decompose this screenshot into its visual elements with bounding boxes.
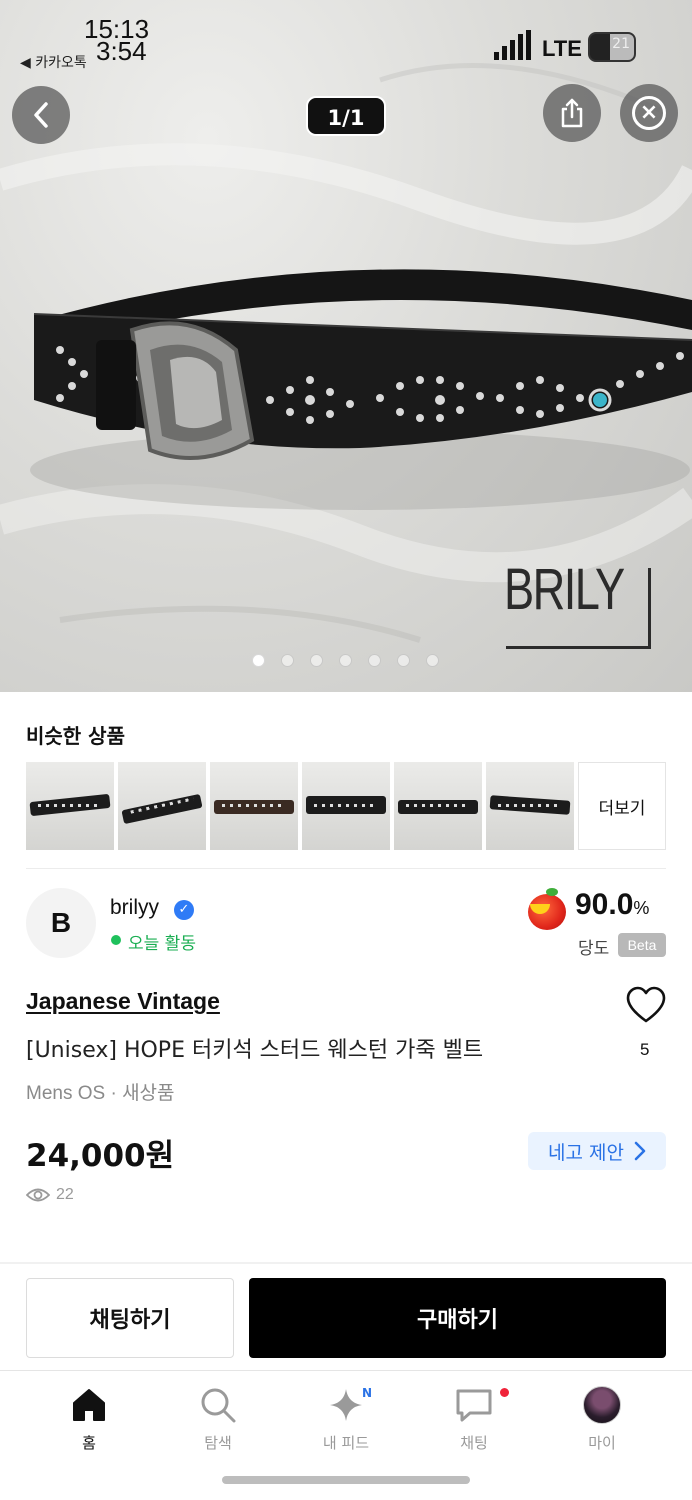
offer-label: 네고 제안 xyxy=(548,1141,624,1164)
tab-label: 내 피드 xyxy=(322,1434,370,1452)
back-to-app-link[interactable]: ◀ 카카오톡 xyxy=(20,52,87,72)
score-unit: % xyxy=(633,898,650,918)
notification-dot xyxy=(500,1388,509,1397)
network-label: LTE xyxy=(542,36,582,61)
similar-product-thumb[interactable] xyxy=(302,762,390,850)
verified-icon: ✓ xyxy=(174,900,194,920)
tab-my[interactable]: 마이 xyxy=(552,1384,652,1453)
chevron-right-icon xyxy=(634,1141,646,1161)
active-status-dot xyxy=(111,935,121,945)
tab-label: 마이 xyxy=(588,1434,616,1452)
product-price: 24,000원 xyxy=(26,1138,175,1174)
score-value: 90.0 xyxy=(575,888,634,921)
brand-link[interactable]: Japanese Vintage xyxy=(26,988,220,1015)
battery-icon: 21 xyxy=(588,32,636,62)
similar-products-title: 비슷한 상품 xyxy=(26,724,125,748)
seller-avatar[interactable]: B xyxy=(26,888,96,958)
score-label: 당도 xyxy=(578,939,610,959)
search-icon xyxy=(201,1388,236,1423)
similar-product-thumb[interactable] xyxy=(118,762,206,850)
share-icon xyxy=(561,98,583,128)
close-button[interactable]: × xyxy=(620,84,678,142)
divider xyxy=(26,868,666,869)
pagination-dot[interactable] xyxy=(426,654,439,667)
gallery-pagination[interactable] xyxy=(252,654,439,667)
sweetness-apple-icon xyxy=(528,888,566,930)
leaf xyxy=(546,888,558,896)
drip xyxy=(530,904,550,914)
tab-explore[interactable]: 탐색 xyxy=(168,1384,268,1453)
tab-feed[interactable]: N 내 피드 xyxy=(296,1384,396,1453)
seller-score: 90.0% xyxy=(575,888,649,922)
product-title: [Unisex] HOPE 터키석 스터드 웨스턴 가죽 벨트 xyxy=(26,1038,484,1063)
seller-activity-status: 오늘 활동 xyxy=(128,934,196,954)
buy-button[interactable]: 구매하기 xyxy=(249,1278,666,1358)
back-button[interactable] xyxy=(12,86,70,144)
studs-pattern xyxy=(38,804,102,807)
studs-pattern xyxy=(406,804,470,807)
home-icon xyxy=(73,1389,105,1421)
tab-label: 채팅 xyxy=(460,1434,488,1452)
status-time-overlay: 3:54 xyxy=(96,36,147,66)
product-image[interactable]: 15:13 3:54 ◀ 카카오톡 LTE 21 1/1 × BRILY xyxy=(0,0,692,692)
pagination-dot[interactable] xyxy=(339,654,352,667)
tab-label: 탐색 xyxy=(204,1434,232,1452)
tab-chat[interactable]: 채팅 xyxy=(424,1384,524,1453)
pagination-dot[interactable] xyxy=(397,654,410,667)
seller-name[interactable]: brilyy xyxy=(110,896,159,920)
belt-image xyxy=(398,800,478,814)
like-count: 5 xyxy=(640,1040,650,1059)
image-counter: 1/1 xyxy=(306,96,386,136)
divider xyxy=(0,1370,692,1371)
similar-product-thumb[interactable] xyxy=(486,762,574,850)
negotiate-offer-button[interactable]: 네고 제안 xyxy=(528,1132,666,1170)
chevron-left-icon xyxy=(34,102,48,128)
similar-product-thumb[interactable] xyxy=(26,762,114,850)
pagination-dot[interactable] xyxy=(281,654,294,667)
studs-pattern xyxy=(222,804,286,807)
product-meta: Mens OS · 새상품 xyxy=(26,1083,175,1104)
profile-avatar xyxy=(583,1386,621,1424)
similar-products-list: 더보기 xyxy=(26,762,666,850)
tab-label: 홈 xyxy=(82,1434,96,1452)
beta-badge: Beta xyxy=(618,933,666,957)
eye-icon xyxy=(26,1188,50,1202)
chat-bubble-icon xyxy=(456,1389,492,1422)
studs-pattern xyxy=(314,804,378,807)
studs-pattern xyxy=(498,804,562,807)
watermark-line xyxy=(506,646,651,649)
share-button[interactable] xyxy=(543,84,601,142)
status-bar: 15:13 3:54 ◀ 카카오톡 LTE 21 xyxy=(0,0,692,80)
chat-button[interactable]: 채팅하기 xyxy=(26,1278,234,1358)
home-indicator xyxy=(222,1476,470,1484)
signal-icon xyxy=(494,30,531,60)
watermark-logo: BRILY xyxy=(504,557,625,622)
similar-product-thumb[interactable] xyxy=(210,762,298,850)
tab-home[interactable]: 홈 xyxy=(39,1384,139,1453)
new-badge: N xyxy=(362,1386,373,1400)
bottom-tab-bar: 홈 탐색 N 내 피드 채팅 마이 xyxy=(0,1372,692,1462)
pagination-dot[interactable] xyxy=(310,654,323,667)
pagination-dot[interactable] xyxy=(368,654,381,667)
divider xyxy=(0,1262,692,1264)
watermark-line xyxy=(648,568,651,648)
more-similar-button[interactable]: 더보기 xyxy=(578,762,666,850)
view-count-value: 22 xyxy=(56,1186,74,1203)
sparkle-icon xyxy=(330,1389,362,1421)
belt-image xyxy=(214,800,294,814)
heart-icon[interactable] xyxy=(626,986,666,1026)
view-count: 22 xyxy=(26,1186,74,1204)
close-icon: × xyxy=(632,96,666,130)
similar-product-thumb[interactable] xyxy=(394,762,482,850)
battery-level: 21 xyxy=(612,36,630,52)
pagination-dot[interactable] xyxy=(252,654,265,667)
